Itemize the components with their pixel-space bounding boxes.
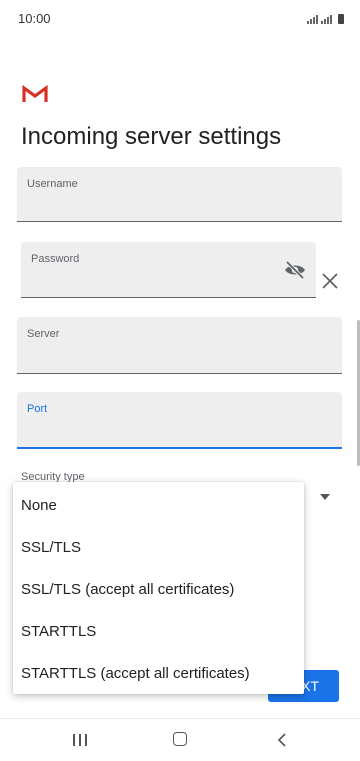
page-title: Incoming server settings [21,123,282,150]
password-label: Password [31,253,80,265]
port-field[interactable]: Port [17,392,342,449]
username-field[interactable]: Username [17,167,342,222]
server-field[interactable]: Server [17,317,342,374]
gmail-logo [22,84,48,102]
recents-icon[interactable] [73,734,87,746]
port-label: Port [27,403,48,415]
security-option-starttls[interactable]: STARTTLS [13,611,304,653]
signal-icon-2 [321,15,332,24]
status-bar: 10:00 [0,0,360,36]
home-icon[interactable] [173,732,187,746]
battery-icon [338,14,344,24]
username-label: Username [27,178,78,190]
signal-icon [307,15,318,24]
server-label: Server [27,328,60,340]
status-time: 10:00 [18,11,51,26]
security-option-starttls-accept-all[interactable]: STARTTLS (accept all certificates) [13,653,304,695]
security-type-dropdown: None SSL/TLS SSL/TLS (accept all certifi… [13,482,304,694]
back-icon[interactable] [276,733,290,747]
navigation-bar [0,718,360,761]
dropdown-arrow-icon[interactable] [320,494,330,500]
security-option-none[interactable]: None [13,485,304,527]
password-field[interactable]: Password [21,242,316,298]
close-icon[interactable] [320,271,340,291]
status-icons [307,12,344,24]
security-option-ssl-tls-accept-all[interactable]: SSL/TLS (accept all certificates) [13,569,304,611]
security-option-ssl-tls[interactable]: SSL/TLS [13,527,304,569]
eye-off-icon[interactable] [284,260,306,280]
